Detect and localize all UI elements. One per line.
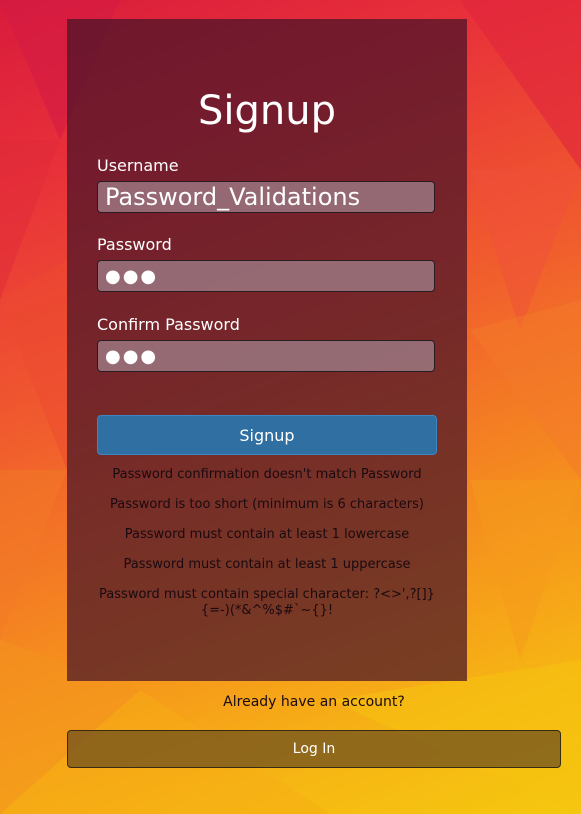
error-message: Password must contain at least 1 lowerca… xyxy=(124,527,410,542)
confirm-password-label: Confirm Password xyxy=(97,315,240,334)
signup-panel: Signup Username Password_Validations Pas… xyxy=(67,19,467,681)
login-prompt: Already have an account? xyxy=(223,694,405,710)
password-label: Password xyxy=(97,235,172,254)
username-value: Password_Validations xyxy=(105,183,361,211)
username-label: Username xyxy=(97,156,179,175)
password-field[interactable]: ●●● xyxy=(97,260,435,292)
login-button[interactable]: Log In xyxy=(67,730,561,768)
error-list: Password confirmation doesn't match Pass… xyxy=(89,467,445,633)
error-message: Password confirmation doesn't match Pass… xyxy=(112,467,422,482)
username-field[interactable]: Password_Validations xyxy=(97,181,435,213)
password-value: ●●● xyxy=(105,265,159,287)
error-message: Password must contain at least 1 upperca… xyxy=(123,557,411,572)
error-message: Password must contain special character:… xyxy=(99,587,435,618)
error-message: Password is too short (minimum is 6 char… xyxy=(110,497,424,512)
confirm-password-value: ●●● xyxy=(105,345,159,367)
confirm-password-field[interactable]: ●●● xyxy=(97,340,435,372)
page-title: Signup xyxy=(198,88,336,134)
signup-button[interactable]: Signup xyxy=(97,415,437,455)
